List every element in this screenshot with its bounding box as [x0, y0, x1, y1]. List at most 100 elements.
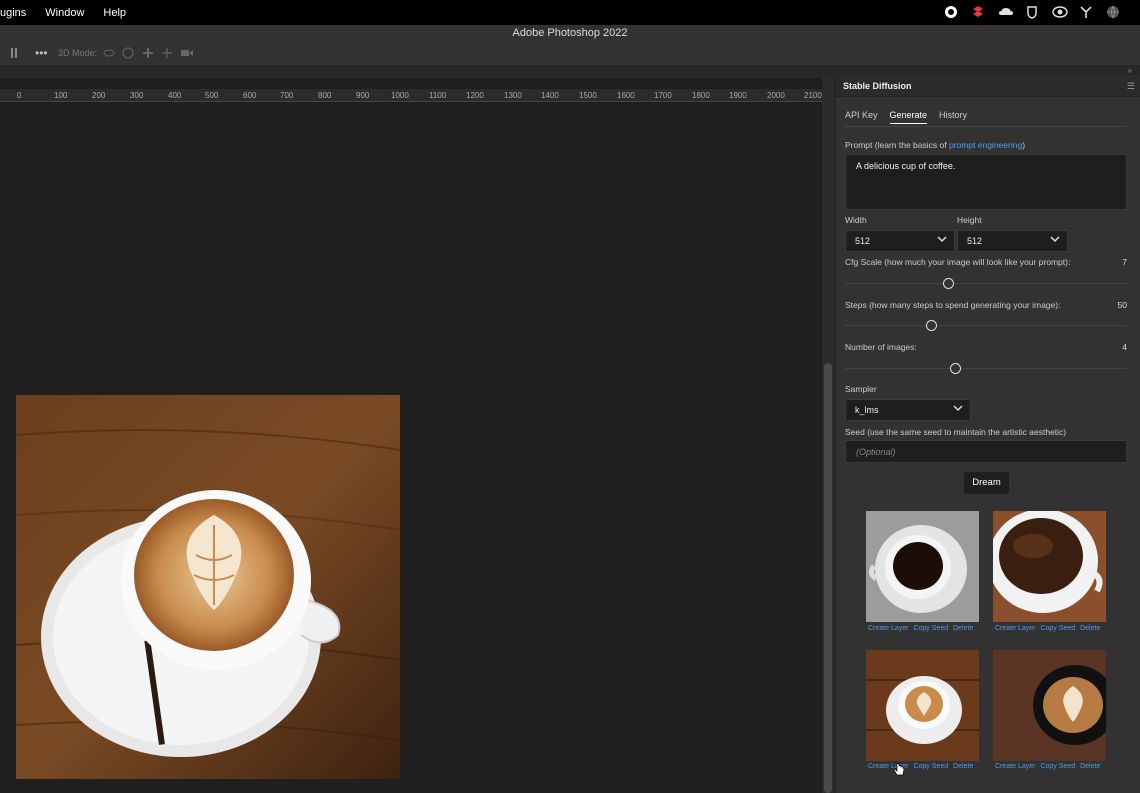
ruler-tick: 1100	[429, 91, 447, 100]
ruler-tick: 1800	[692, 91, 710, 100]
tab-generate[interactable]: Generate	[889, 110, 928, 124]
ruler-tick: 2000	[767, 91, 785, 100]
tab-history[interactable]: History	[939, 110, 967, 124]
more-options-icon[interactable]: •••	[35, 46, 48, 60]
chevron-down-icon	[1050, 235, 1060, 245]
height-select[interactable]: 512	[957, 230, 1068, 252]
roll-3d-icon[interactable]	[122, 47, 134, 61]
pan-3d-icon[interactable]	[142, 47, 154, 61]
seed-input[interactable]: (Optional)	[845, 440, 1127, 463]
steps-value: 50	[1117, 300, 1127, 310]
ruler-tick: 0	[17, 91, 22, 100]
copy-seed-link[interactable]: Copy Seed	[913, 625, 948, 632]
delete-link[interactable]: Delete	[1080, 763, 1100, 770]
cfg-scale-label: Cfg Scale (how much your image will look…	[845, 257, 1071, 267]
ruler-tick: 100	[54, 91, 68, 100]
prompt-label-text: Prompt (learn the basics of	[845, 140, 949, 150]
fork-icon[interactable]	[1079, 5, 1093, 19]
seed-label: Seed (use the same seed to maintain the …	[845, 427, 1067, 437]
panel-title: Stable Diffusion	[843, 81, 912, 91]
slide-3d-icon[interactable]	[161, 47, 173, 61]
ruler-tick: 600	[243, 91, 257, 100]
delete-link[interactable]: Delete	[1080, 625, 1100, 632]
document-image-latte[interactable]	[15, 395, 401, 779]
sampler-label: Sampler	[845, 384, 877, 394]
collapse-panels-icon[interactable]: »	[1128, 66, 1132, 75]
camera-3d-icon[interactable]	[180, 47, 194, 61]
result-actions-3: Create Layer Copy Seed Delete	[868, 763, 978, 770]
panel-menu-icon[interactable]: ☰	[1127, 81, 1135, 92]
prompt-label: Prompt (learn the basics of prompt engin…	[845, 140, 1025, 150]
steps-slider[interactable]	[845, 320, 1127, 331]
system-tray	[944, 5, 1120, 19]
create-layer-link[interactable]: Create Layer	[995, 763, 1035, 770]
record-icon[interactable]	[944, 5, 958, 19]
copy-seed-link[interactable]: Copy Seed	[1040, 763, 1075, 770]
ruler-tick: 1900	[729, 91, 747, 100]
num-images-slider-knob[interactable]	[950, 363, 961, 374]
copy-seed-link[interactable]: Copy Seed	[913, 763, 948, 770]
menu-window[interactable]: Window	[45, 7, 84, 19]
width-label: Width	[845, 215, 867, 225]
cloud-icon[interactable]	[998, 5, 1013, 19]
horizontal-ruler: 0 100 200 300 400 500 600 700 800 900 10…	[0, 89, 822, 102]
options-bar: ••• 3D Mode:	[0, 42, 1140, 66]
sampler-select[interactable]: k_lms	[845, 399, 971, 421]
result-image-2[interactable]	[988, 509, 1106, 622]
result-image-1[interactable]	[866, 511, 979, 622]
result-actions-1: Create Layer Copy Seed Delete	[868, 625, 978, 632]
ruler-tick: 1000	[391, 91, 409, 100]
delete-link[interactable]: Delete	[953, 625, 973, 632]
prompt-textarea[interactable]: A delicious cup of coffee.	[845, 154, 1127, 210]
num-images-value: 4	[1122, 342, 1127, 352]
tabs-divider	[845, 126, 1127, 127]
height-label: Height	[957, 215, 982, 225]
delete-link[interactable]: Delete	[953, 763, 973, 770]
result-actions-4: Create Layer Copy Seed Delete	[995, 763, 1105, 770]
shield-icon[interactable]	[1025, 5, 1039, 19]
prompt-label-suffix: )	[1022, 140, 1026, 150]
result-image-3[interactable]	[866, 650, 979, 761]
align-icon[interactable]	[10, 47, 20, 61]
panel-title-bar: Stable Diffusion ☰	[836, 75, 1140, 97]
create-layer-link[interactable]: Create Layer	[868, 625, 908, 632]
prompt-engineering-link[interactable]: prompt engineering	[949, 140, 1022, 150]
menu-help[interactable]: Help	[103, 7, 126, 19]
width-select[interactable]: 512	[845, 230, 955, 252]
dropbox-icon[interactable]	[971, 5, 985, 19]
ruler-tick: 800	[318, 91, 332, 100]
copy-seed-link[interactable]: Copy Seed	[1040, 625, 1075, 632]
creative-cloud-icon[interactable]	[1052, 5, 1068, 19]
cfg-scale-slider-knob[interactable]	[943, 278, 954, 289]
result-image-4[interactable]	[993, 650, 1117, 761]
ruler-tick: 500	[205, 91, 219, 100]
prompt-value: A delicious cup of coffee.	[856, 161, 956, 171]
canvas-vertical-scrollbar[interactable]	[822, 78, 835, 793]
ruler-tick: 1300	[504, 91, 522, 100]
globe-icon[interactable]	[1106, 5, 1120, 19]
ruler-tick: 1500	[579, 91, 597, 100]
orbit-3d-icon[interactable]	[103, 47, 115, 61]
ruler-tick: 400	[168, 91, 182, 100]
sampler-value: k_lms	[855, 405, 879, 415]
seed-placeholder: (Optional)	[856, 447, 896, 457]
create-layer-link[interactable]: Create Layer	[995, 625, 1035, 632]
dream-button[interactable]: Dream	[964, 472, 1009, 494]
hand-cursor-icon	[893, 763, 905, 780]
cfg-scale-slider[interactable]	[845, 278, 1127, 289]
ruler-tick: 300	[130, 91, 144, 100]
menu-bar: ugins Window Help	[0, 0, 1140, 25]
num-images-slider[interactable]	[845, 363, 1127, 374]
ruler-tick: 1700	[654, 91, 672, 100]
cfg-scale-value: 7	[1122, 257, 1127, 267]
ruler-tick: 1400	[541, 91, 559, 100]
num-images-label: Number of images:	[845, 342, 917, 352]
tab-api-key[interactable]: API Key	[845, 110, 878, 124]
window-title-bar: Adobe Photoshop 2022	[0, 25, 1140, 42]
chevron-down-icon	[937, 235, 947, 245]
ruler-tick: 1200	[466, 91, 484, 100]
menu-plugins[interactable]: ugins	[0, 7, 26, 19]
scrollbar-thumb[interactable]	[824, 363, 832, 793]
steps-slider-knob[interactable]	[926, 320, 937, 331]
window-title: Adobe Photoshop 2022	[512, 27, 628, 39]
